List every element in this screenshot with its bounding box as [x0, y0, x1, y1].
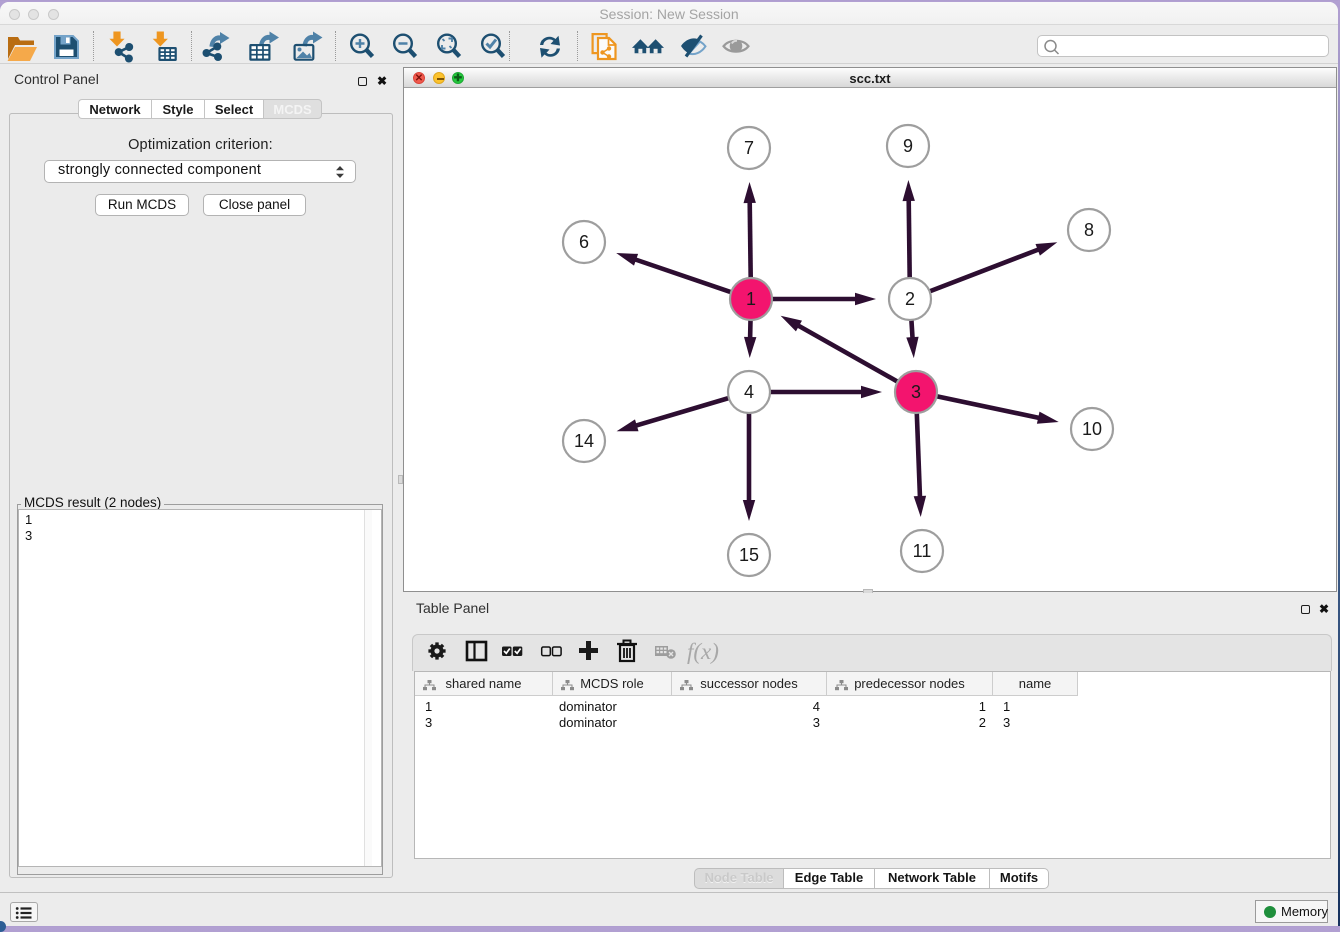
svg-text:f(x): f(x)	[687, 639, 719, 664]
svg-text:11: 11	[913, 541, 932, 561]
svg-text:7: 7	[744, 138, 754, 158]
svg-text:9: 9	[903, 136, 913, 156]
svg-text:1: 1	[746, 289, 756, 309]
svg-text:8: 8	[1084, 220, 1094, 240]
svg-text:10: 10	[1082, 419, 1102, 439]
svg-text:6: 6	[579, 232, 589, 252]
svg-text:14: 14	[574, 431, 594, 451]
svg-text:4: 4	[744, 382, 754, 402]
svg-text:3: 3	[911, 382, 921, 402]
svg-text:2: 2	[905, 289, 915, 309]
svg-text:15: 15	[739, 545, 759, 565]
